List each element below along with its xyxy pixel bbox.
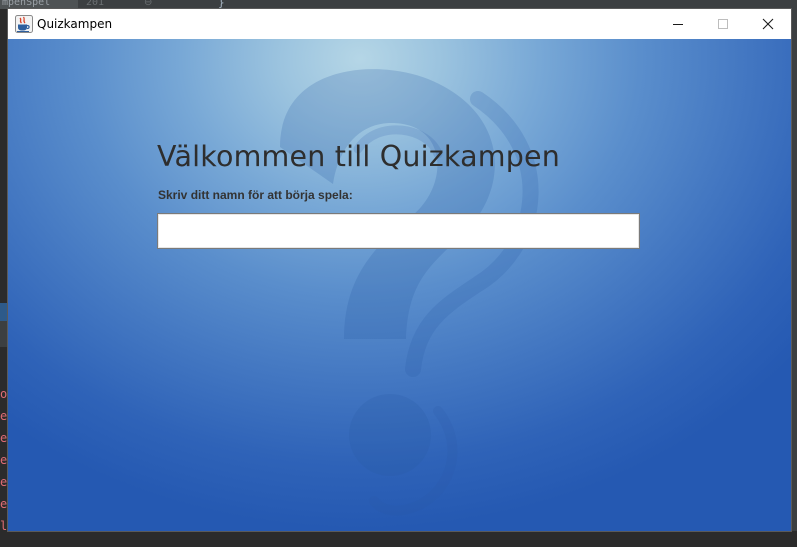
ide-background-left-panel: o e e e e e l bbox=[0, 9, 8, 547]
console-line: e bbox=[0, 453, 8, 467]
ide-selection-strip bbox=[0, 303, 8, 321]
question-mark-watermark-icon bbox=[280, 69, 539, 516]
close-button[interactable] bbox=[745, 9, 790, 39]
ide-background-bottom bbox=[0, 531, 797, 547]
ide-code-fragment: } bbox=[218, 0, 225, 9]
console-line: e bbox=[0, 475, 8, 489]
close-icon bbox=[762, 18, 773, 30]
ide-background-right-panel bbox=[791, 9, 797, 547]
welcome-panel: Välkommen till Quizkampen Skriv ditt nam… bbox=[8, 39, 791, 531]
ide-background-toolbar: mpenSpel 201 ⊖ } bbox=[0, 0, 797, 9]
window-title: Quizkampen bbox=[37, 17, 113, 31]
name-prompt-label: Skriv ditt namn för att börja spela: bbox=[158, 188, 353, 202]
ide-line-number: 201 bbox=[86, 0, 105, 8]
console-line: e bbox=[0, 409, 8, 423]
console-line: o bbox=[0, 387, 8, 401]
console-line: e bbox=[0, 497, 8, 511]
ide-panel-divider bbox=[0, 321, 8, 347]
java-cup-icon bbox=[15, 15, 33, 33]
maximize-icon bbox=[717, 19, 728, 29]
player-name-input[interactable] bbox=[157, 213, 640, 249]
minimize-button[interactable] bbox=[655, 9, 700, 39]
ide-console-output: o e e e e e l bbox=[0, 385, 8, 539]
quizkampen-window: Quizkampen Välkommen till Quizkampen Skr… bbox=[8, 9, 791, 531]
minimize-icon bbox=[672, 24, 683, 25]
window-titlebar[interactable]: Quizkampen bbox=[8, 9, 791, 39]
maximize-button[interactable] bbox=[700, 9, 745, 39]
console-line: e bbox=[0, 431, 8, 445]
ide-editor-tab[interactable]: mpenSpel bbox=[0, 0, 78, 9]
welcome-heading: Välkommen till Quizkampen bbox=[157, 140, 561, 173]
ide-fold-icon: ⊖ bbox=[144, 0, 153, 8]
